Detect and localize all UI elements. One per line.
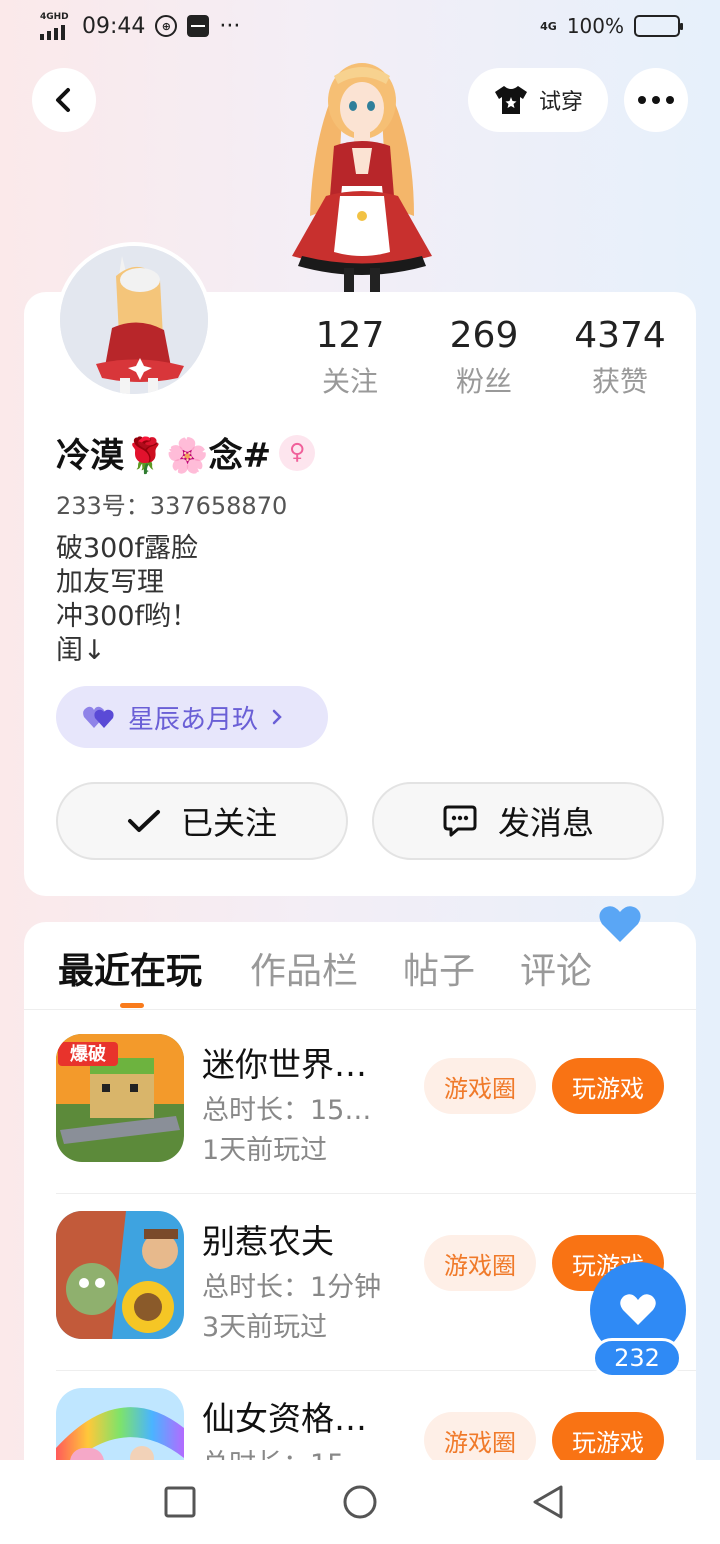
home-button[interactable] — [340, 1482, 380, 1522]
game-icon-dont-mess-farmer[interactable] — [56, 1211, 184, 1339]
chat-bubble-icon — [443, 805, 477, 837]
divider — [24, 1009, 696, 1010]
game-last-played: 3天前玩过 — [202, 1312, 328, 1343]
game-title: 迷你世界… — [202, 1045, 367, 1084]
signal-icon: 4GHD — [40, 12, 72, 40]
battery-icon — [634, 15, 683, 37]
tab-works[interactable]: 作品栏 — [250, 942, 358, 994]
follow-button[interactable]: 已关注 — [56, 782, 348, 860]
tshirt-icon — [494, 86, 527, 114]
data-saver-icon: ⊕ — [155, 15, 178, 37]
try-on-label: 试穿 — [538, 90, 583, 115]
female-gender-icon: ♀ — [279, 434, 316, 471]
game-last-played: 1天前玩过 — [202, 1135, 328, 1166]
bio-line: 加友写理 — [56, 567, 164, 598]
stat-fans[interactable]: 269 粉丝 — [424, 316, 544, 400]
username: 冷漠🌹🌸念# ♀ — [56, 428, 316, 477]
bio-line: 破300f露脸 — [56, 533, 199, 564]
stat-following-label: 关注 — [321, 365, 378, 398]
battery-percent: 100% — [566, 14, 624, 38]
more-icon — [638, 96, 674, 104]
try-on-button[interactable]: 试穿 — [468, 68, 608, 132]
chevron-left-icon — [56, 88, 70, 112]
character-avatar-illustration[interactable] — [282, 56, 442, 296]
tab-active-indicator — [120, 1003, 144, 1008]
message-button[interactable]: 发消息 — [372, 782, 664, 860]
divider — [56, 1193, 696, 1194]
heart-icon — [620, 1294, 656, 1325]
username-text: 冷漠🌹🌸念# — [56, 436, 272, 476]
back-button[interactable] — [32, 68, 96, 132]
stat-likes[interactable]: 4374 获赞 — [560, 316, 680, 400]
recent-apps-button[interactable] — [160, 1482, 200, 1522]
like-count-badge: 232 — [592, 1338, 682, 1378]
system-nav-bar — [0, 1460, 720, 1544]
fan-group-button[interactable]: 星辰あ月玖 — [56, 686, 328, 748]
tab-recently-played[interactable]: 最近在玩 — [58, 942, 202, 994]
game-icon-mini-world[interactable]: 爆破 — [56, 1034, 184, 1162]
game-title: 仙女资格… — [202, 1399, 367, 1438]
chevron-right-icon — [272, 709, 282, 725]
game-art — [56, 1211, 184, 1339]
avatar[interactable] — [56, 242, 212, 398]
twin-hearts-icon — [83, 706, 114, 728]
stat-following[interactable]: 127 关注 — [290, 316, 410, 400]
svg-text:爆破: 爆破 — [70, 1043, 106, 1065]
square-icon — [164, 1486, 196, 1518]
check-icon — [127, 810, 160, 832]
stat-fans-label: 粉丝 — [455, 365, 512, 398]
follow-label: 已关注 — [180, 804, 277, 842]
game-row[interactable]: 爆破 迷你世界… 总时长：15… 1天前玩过 游戏圈 玩游戏 — [56, 1018, 696, 1194]
bio-line: 闺↓ — [56, 635, 106, 666]
message-label: 发消息 — [497, 804, 594, 842]
stat-following-value: 127 — [315, 315, 385, 356]
heart-decoration-icon — [599, 906, 641, 942]
back-nav-button[interactable] — [528, 1482, 568, 1522]
bio-line: 冲300f哟！ — [56, 601, 199, 632]
user-id[interactable]: 233号：337658870 — [56, 486, 287, 521]
play-game-button[interactable]: 玩游戏 — [552, 1058, 664, 1114]
circle-icon — [343, 1485, 377, 1519]
game-art: 爆破 — [56, 1034, 184, 1162]
game-title: 别惹农夫 — [202, 1222, 334, 1261]
game-circle-button[interactable]: 游戏圈 — [424, 1235, 536, 1291]
game-circle-button[interactable]: 游戏圈 — [424, 1058, 536, 1114]
game-duration: 总时长：1分钟 — [202, 1272, 382, 1303]
tab-comments[interactable]: 评论 — [520, 942, 592, 994]
network-type-icon: 4G — [540, 19, 557, 33]
bio: 破300f露脸 加友写理 冲300f哟！ 闺↓ — [56, 532, 198, 668]
more-button[interactable] — [624, 68, 688, 132]
stat-fans-value: 269 — [449, 315, 519, 356]
triangle-back-icon — [533, 1485, 563, 1519]
avatar-character-image — [60, 246, 208, 394]
tab-posts[interactable]: 帖子 — [403, 942, 475, 994]
sim-card-icon — [187, 15, 210, 37]
stat-likes-label: 获赞 — [591, 365, 648, 398]
more-notifications-icon: ··· — [219, 13, 241, 39]
status-time: 09:44 — [82, 13, 146, 39]
game-duration: 总时长：15… — [202, 1095, 372, 1126]
fan-group-label: 星辰あ月玖 — [128, 704, 259, 735]
status-bar: 4GHD 09:44 ⊕ ··· 4G 100% — [0, 0, 720, 56]
stat-likes-value: 4374 — [574, 315, 666, 356]
